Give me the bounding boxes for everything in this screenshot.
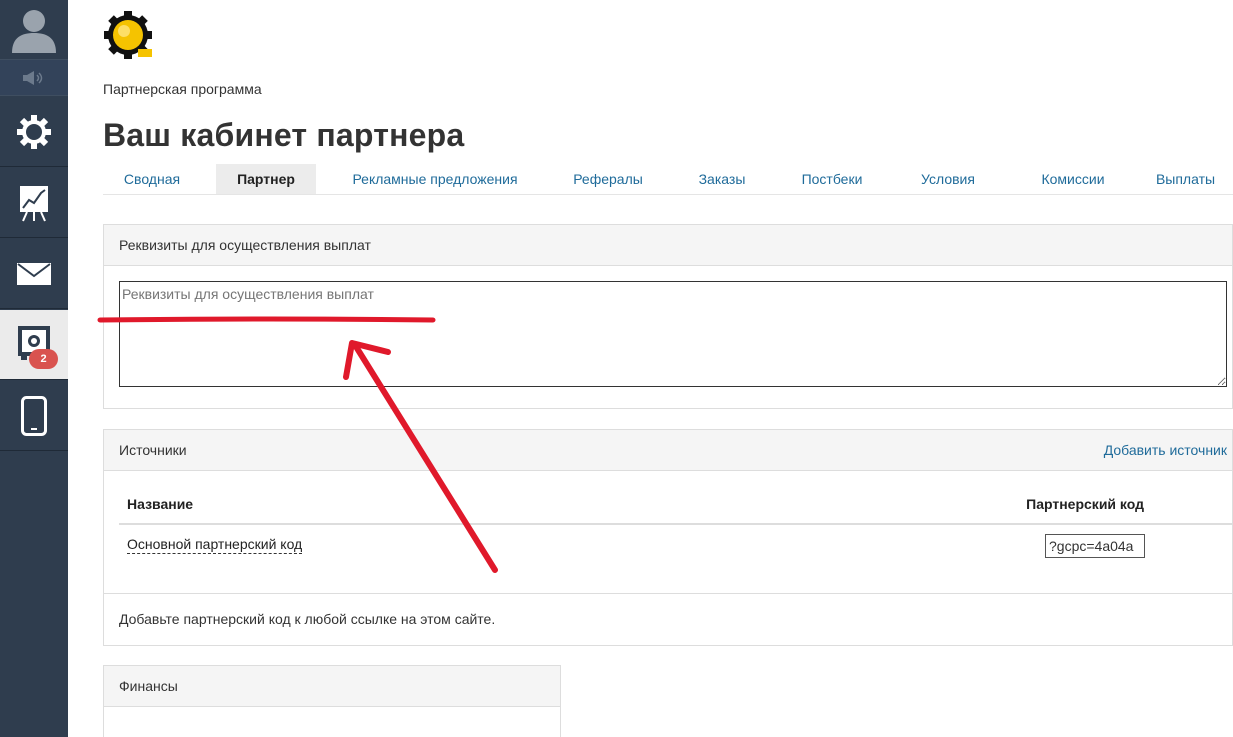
tab-conditions[interactable]: Условия <box>898 164 998 194</box>
source-name-link[interactable]: Основной партнерский код <box>127 536 303 554</box>
envelope-icon <box>17 262 51 285</box>
sidebar-item-mobile[interactable] <box>0 381 68 451</box>
payout-panel: Реквизиты для осуществления выплат <box>103 224 1233 409</box>
table-header-divider <box>119 523 1232 525</box>
brand-logo[interactable] <box>103 10 153 60</box>
page-title: Ваш кабинет партнера <box>103 117 465 153</box>
sidebar-item-mail[interactable] <box>0 239 68 309</box>
sidebar: 2 <box>0 0 68 737</box>
tab-commissions[interactable]: Комиссии <box>1013 164 1133 194</box>
breadcrumb: Партнерская программа <box>103 81 262 97</box>
sound-toggle[interactable] <box>0 60 68 96</box>
add-source-link[interactable]: Добавить источник <box>1104 430 1227 470</box>
chart-easel-icon <box>20 185 48 221</box>
speaker-icon <box>23 70 43 85</box>
sources-title: Источники <box>119 442 187 458</box>
sidebar-item-partner[interactable]: 2 <box>0 310 68 380</box>
tab-bar: Сводная Партнер Рекламные предложения Ре… <box>103 164 1233 195</box>
finance-panel: Финансы <box>103 665 561 737</box>
user-icon <box>12 9 56 53</box>
phone-icon <box>21 395 47 436</box>
sidebar-item-stats[interactable] <box>0 168 68 238</box>
gear-icon <box>17 114 51 149</box>
sources-panel: Источники Добавить источник Название Пар… <box>103 429 1233 646</box>
sources-footer-note: Добавьте партнерский код к любой ссылке … <box>104 593 1232 645</box>
sources-heading: Источники Добавить источник <box>104 430 1232 471</box>
partner-code-input[interactable] <box>1045 534 1145 558</box>
user-avatar[interactable] <box>0 0 68 60</box>
column-header-code: Партнерский код <box>1026 496 1144 512</box>
tab-postbacks[interactable]: Постбеки <box>783 164 881 194</box>
payout-heading: Реквизиты для осуществления выплат <box>104 225 1232 266</box>
tab-referrals[interactable]: Рефералы <box>558 164 658 194</box>
payout-details-textarea[interactable] <box>119 281 1227 387</box>
finance-heading: Финансы <box>104 666 560 707</box>
notification-badge: 2 <box>29 349 58 369</box>
tab-orders[interactable]: Заказы <box>678 164 766 194</box>
sidebar-item-settings[interactable] <box>0 97 68 167</box>
tab-summary[interactable]: Сводная <box>103 164 201 194</box>
column-header-name: Название <box>127 496 194 512</box>
tab-payouts[interactable]: Выплаты <box>1138 164 1233 194</box>
tab-partner[interactable]: Партнер <box>216 164 316 194</box>
tab-offers[interactable]: Рекламные предложения <box>335 164 535 194</box>
